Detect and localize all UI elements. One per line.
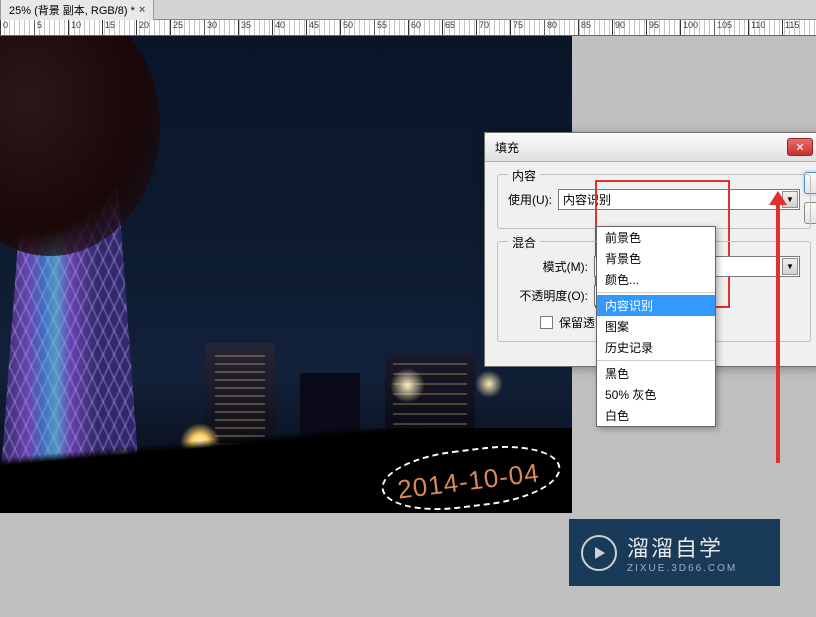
option-white[interactable]: 白色 [597,405,715,426]
use-value: 内容识别 [563,191,611,208]
content-fieldset: 内容 使用(U): 内容识别 ▼ [497,174,811,229]
watermark-main: 溜溜自学 [627,531,737,563]
chevron-down-icon[interactable]: ▼ [782,258,798,275]
option-black[interactable]: 黑色 [597,363,715,384]
opacity-label: 不透明度(O): [508,287,588,304]
separator [597,360,715,361]
play-icon [581,535,617,571]
watermark-sub: ZIXUE.3D66.COM [627,563,737,574]
document-tab[interactable]: 25% (背景 副本, RGB/8) * × [0,0,154,20]
horizontal-ruler: 0510152025303540455055606570758085909510… [0,20,816,36]
option-color[interactable]: 颜色... [597,269,715,290]
option-content-aware[interactable]: 内容识别 [597,295,715,316]
annotation-arrow [776,203,780,463]
blend-legend: 混合 [508,234,540,251]
option-history[interactable]: 历史记录 [597,337,715,358]
content-legend: 内容 [508,167,540,184]
option-gray50[interactable]: 50% 灰色 [597,384,715,405]
preserve-transparency-checkbox[interactable] [540,316,553,329]
tab-bar: 25% (背景 副本, RGB/8) * × [0,0,816,20]
watermark: 溜溜自学 ZIXUE.3D66.COM [569,519,780,586]
dialog-titlebar[interactable]: 填充 ✕ [485,133,816,162]
option-foreground[interactable]: 前景色 [597,227,715,248]
option-background[interactable]: 背景色 [597,248,715,269]
use-label: 使用(U): [508,191,552,208]
dialog-title-text: 填充 [495,139,519,156]
close-icon[interactable]: × [139,4,145,16]
option-pattern[interactable]: 图案 [597,316,715,337]
tab-title: 25% (背景 副本, RGB/8) * [9,2,135,18]
separator [597,292,715,293]
mode-label: 模式(M): [508,258,588,275]
use-dropdown-list: 前景色 背景色 颜色... 内容识别 图案 历史记录 黑色 50% 灰色 白色 [596,226,716,427]
use-dropdown[interactable]: 内容识别 ▼ [558,189,800,210]
dialog-close-button[interactable]: ✕ [787,138,813,156]
